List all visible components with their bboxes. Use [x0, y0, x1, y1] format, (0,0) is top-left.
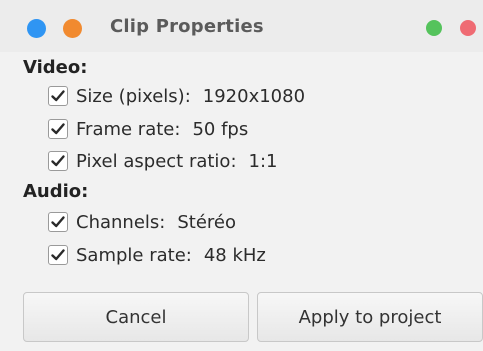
size-label: Size (pixels): [76, 85, 191, 107]
apply-to-project-button[interactable]: Apply to project [257, 292, 483, 342]
video-size-row: Size (pixels): 1920x1080 [48, 84, 305, 108]
audio-section-heading: Audio: [23, 181, 89, 202]
video-pixel-aspect-row: Pixel aspect ratio: 1:1 [48, 149, 277, 173]
window-control-red-icon[interactable] [460, 20, 476, 36]
frame-rate-value: 50 fps [192, 118, 249, 140]
checkmark-icon [51, 249, 65, 261]
sample-rate-value: 48 kHz [203, 244, 266, 266]
size-checkbox[interactable] [48, 86, 68, 106]
cancel-button[interactable]: Cancel [23, 292, 249, 342]
channels-label: Channels: [76, 211, 166, 233]
checkmark-icon [51, 216, 65, 228]
channels-value: Stéréo [177, 211, 236, 233]
window-title: Clip Properties [110, 16, 264, 37]
audio-sample-rate-row: Sample rate: 48 kHz [48, 243, 266, 267]
pixel-aspect-checkbox[interactable] [48, 151, 68, 171]
audio-channels-row: Channels: Stéréo [48, 210, 236, 234]
clip-properties-dialog: Clip Properties Video: Size (pixels): 19… [0, 0, 483, 351]
sample-rate-label: Sample rate: [76, 244, 192, 266]
channels-checkbox[interactable] [48, 212, 68, 232]
video-frame-rate-row: Frame rate: 50 fps [48, 117, 248, 141]
size-value: 1920x1080 [202, 85, 306, 107]
video-section-heading: Video: [23, 57, 88, 78]
checkmark-icon [51, 123, 65, 135]
sample-rate-checkbox[interactable] [48, 245, 68, 265]
checkmark-icon [51, 90, 65, 102]
window-control-blue-icon[interactable] [27, 19, 46, 38]
frame-rate-checkbox[interactable] [48, 119, 68, 139]
title-bar[interactable]: Clip Properties [0, 0, 483, 52]
window-control-orange-icon[interactable] [63, 19, 82, 38]
pixel-aspect-label: Pixel aspect ratio: [76, 150, 237, 172]
frame-rate-label: Frame rate: [76, 118, 181, 140]
checkmark-icon [51, 155, 65, 167]
pixel-aspect-value: 1:1 [248, 150, 278, 172]
window-control-green-icon[interactable] [426, 20, 442, 36]
